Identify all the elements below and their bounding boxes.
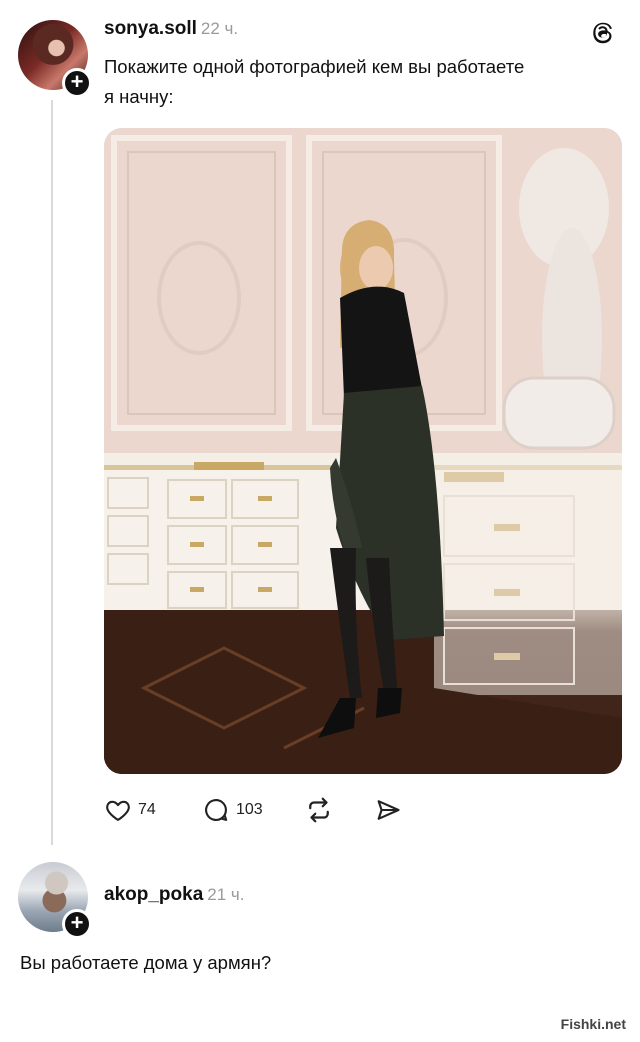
- post-text-line: я начну:: [104, 86, 174, 107]
- photo-illustration: [104, 128, 622, 774]
- reply-text: Вы работаете дома у армян?: [20, 952, 272, 973]
- post-author-header: sonya.soll 22 ч.: [104, 18, 238, 40]
- like-count: 74: [138, 801, 156, 818]
- comment-bubble-icon: [205, 799, 228, 821]
- threads-logo-icon[interactable]: [590, 20, 616, 46]
- send-icon: [377, 800, 400, 820]
- reply-author-username[interactable]: akop_poka: [104, 884, 203, 905]
- heart-icon: [106, 800, 130, 821]
- reply-button[interactable]: 103: [202, 792, 263, 828]
- post-author-username[interactable]: sonya.soll: [104, 18, 197, 39]
- reply-timestamp: 21 ч.: [207, 885, 245, 904]
- repost-icon: [309, 797, 329, 823]
- like-button[interactable]: 74: [104, 792, 156, 828]
- watermark: Fishki.net: [556, 1014, 630, 1034]
- reply-count: 103: [236, 801, 263, 818]
- follow-plus-icon[interactable]: +: [62, 68, 92, 98]
- post-timestamp: 22 ч.: [200, 19, 239, 38]
- threads-feed: + sonya.soll 22 ч. Покажите одной фотогра…: [0, 0, 640, 1042]
- reply-author-header: akop_poka 21 ч.: [104, 884, 244, 906]
- post-photo[interactable]: [104, 128, 622, 774]
- post-body: Покажите одной фотографией кем вы работа…: [104, 52, 614, 112]
- post-text-line: Покажите одной фотографией кем вы работа…: [104, 56, 525, 77]
- repost-button[interactable]: [304, 792, 334, 828]
- thread-connector-line: [51, 100, 53, 845]
- share-button[interactable]: [374, 792, 402, 828]
- follow-plus-icon[interactable]: +: [62, 909, 92, 939]
